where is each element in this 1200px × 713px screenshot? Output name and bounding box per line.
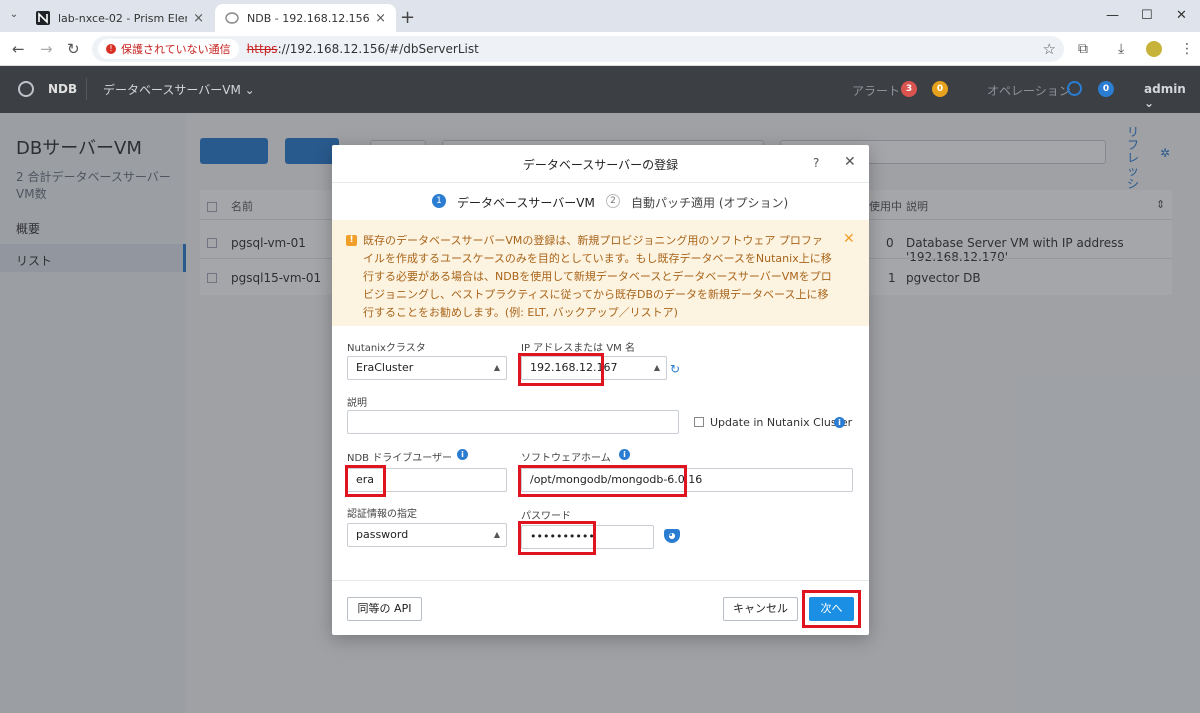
- ip-label: IP アドレスまたは VM 名: [521, 343, 635, 354]
- breadcrumb[interactable]: データベースサーバーVM ⌄: [103, 81, 255, 98]
- cluster-select[interactable]: EraCluster ▲: [347, 356, 507, 380]
- chevron-updown-icon: ▲: [493, 530, 500, 539]
- dialog-header: データベースサーバーの登録 ? ✕: [332, 145, 869, 183]
- register-db-server-dialog: データベースサーバーの登録 ? ✕ 1 データベースサーバーVM 2 自動パッチ…: [332, 145, 869, 635]
- info-icon[interactable]: i: [619, 449, 630, 460]
- dialog-title: データベースサーバーの登録: [522, 158, 679, 172]
- alerts-red-badge[interactable]: 3: [901, 81, 917, 97]
- reload-icon[interactable]: ↻: [67, 40, 80, 58]
- ip-highlight: [518, 353, 604, 386]
- info-icon[interactable]: i: [834, 417, 845, 428]
- warning-icon: !: [106, 44, 116, 54]
- operations-badge[interactable]: 0: [1098, 81, 1114, 97]
- close-icon[interactable]: ✕: [844, 154, 856, 170]
- credential-select[interactable]: password ▲: [347, 523, 507, 547]
- wizard-steps: 1 データベースサーバーVM 2 自動パッチ適用 (オプション): [332, 193, 869, 213]
- profile-avatar[interactable]: [1146, 41, 1162, 57]
- warning-text: 既存のデータベースサーバーVMの登録は、新規プロビジョニング用のソフトウェア プ…: [363, 234, 832, 319]
- tab-close-icon[interactable]: ×: [193, 11, 204, 26]
- step-2-label[interactable]: 自動パッチ適用 (オプション): [631, 194, 788, 211]
- step-1-label[interactable]: データベースサーバーVM: [457, 194, 595, 211]
- extensions-icon[interactable]: ⧉: [1078, 41, 1088, 57]
- ndb-logo-icon: [18, 81, 34, 97]
- cluster-label: Nutanixクラスタ: [347, 343, 426, 354]
- browser-tab-bar: ⌄ lab-nxce-02 - Prism Element × NDB - 19…: [0, 0, 1200, 32]
- software-home-label: ソフトウェアホーム: [521, 453, 611, 464]
- alerts-label[interactable]: アラート: [852, 82, 900, 99]
- user-menu[interactable]: admin ⌄: [1144, 82, 1200, 110]
- back-icon[interactable]: ←: [12, 40, 25, 58]
- tab-close-icon[interactable]: ×: [375, 11, 386, 26]
- browser-tab-ndb[interactable]: NDB - 192.168.12.156 - DBサーバー ×: [215, 4, 396, 32]
- update-cluster-label[interactable]: Update in Nutanix Cluster: [710, 416, 852, 429]
- credential-label: 認証情報の指定: [347, 509, 417, 520]
- operations-progress-icon: [1067, 81, 1082, 96]
- url-text[interactable]: https://192.168.12.156/#/dbServerList: [247, 42, 479, 56]
- tab-search-icon[interactable]: ⌄: [6, 7, 22, 23]
- step-2-number: 2: [606, 194, 620, 208]
- bookmark-star-icon[interactable]: ☆: [1043, 40, 1056, 58]
- password-highlight: [518, 521, 596, 555]
- warning-close-icon[interactable]: ✕: [843, 231, 855, 247]
- new-tab-button[interactable]: +: [400, 7, 415, 28]
- tab-title: NDB - 192.168.12.156 - DBサーバー: [247, 12, 370, 25]
- tab-title: lab-nxce-02 - Prism Element: [58, 11, 187, 25]
- browser-address-bar: ← → ↻ ! 保護されていない通信 https://192.168.12.15…: [0, 32, 1200, 66]
- cancel-button[interactable]: キャンセル: [723, 597, 798, 621]
- chevron-updown-icon: ▲: [493, 363, 500, 372]
- app-header: NDB データベースサーバーVM ⌄ アラート 3 0 オペレーション 0 ad…: [0, 66, 1200, 113]
- maximize-icon[interactable]: ☐: [1141, 8, 1153, 23]
- refresh-icon[interactable]: ↻: [670, 362, 680, 376]
- product-name: NDB: [48, 82, 78, 96]
- browser-menu-icon[interactable]: ⋮: [1180, 41, 1194, 57]
- info-icon[interactable]: i: [457, 449, 468, 460]
- security-chip-label: 保護されていない通信: [121, 43, 231, 56]
- drive-user-label: NDB ドライブユーザー: [347, 453, 453, 464]
- security-chip[interactable]: ! 保護されていない通信: [98, 39, 239, 59]
- omnibox[interactable]: ! 保護されていない通信 https://192.168.12.156/#/db…: [92, 36, 1064, 62]
- minimize-icon[interactable]: —: [1106, 8, 1119, 23]
- nutanix-favicon-icon: [36, 11, 50, 25]
- warning-banner: ! 既存のデータベースサーバーVMの登録は、新規プロビジョニング用のソフトウェア…: [332, 220, 869, 326]
- forward-icon[interactable]: →: [40, 40, 53, 58]
- chevron-updown-icon: ▲: [653, 363, 660, 372]
- help-icon[interactable]: ?: [813, 156, 819, 170]
- warning-icon: !: [346, 235, 357, 246]
- download-icon[interactable]: ⤓: [1118, 41, 1124, 57]
- operations-label[interactable]: オペレーション: [987, 82, 1071, 99]
- user-highlight: [345, 465, 386, 497]
- show-password-icon[interactable]: ◕: [664, 529, 680, 543]
- next-highlight: [802, 590, 861, 628]
- description-label: 説明: [347, 398, 367, 409]
- update-cluster-checkbox[interactable]: [694, 417, 704, 427]
- step-1-number: 1: [432, 194, 446, 208]
- ndb-favicon-icon: [225, 12, 239, 24]
- alerts-yellow-badge[interactable]: 0: [932, 81, 948, 97]
- browser-tab-prism[interactable]: lab-nxce-02 - Prism Element ×: [26, 4, 214, 32]
- home-highlight: [518, 465, 687, 497]
- equivalent-api-button[interactable]: 同等の API: [347, 597, 422, 621]
- description-input[interactable]: [347, 410, 679, 434]
- window-close-icon[interactable]: ✕: [1176, 8, 1187, 23]
- password-label: パスワード: [521, 511, 571, 522]
